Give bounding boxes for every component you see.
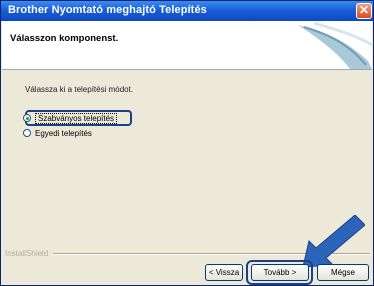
wizard-header: Válasszon komponenst. [2, 21, 372, 70]
instruction-text: Válassza ki a telepítési módot. [25, 85, 134, 94]
pointer-arrow-icon [303, 215, 365, 267]
next-button[interactable]: Tovább > [251, 264, 309, 281]
installer-window: Brother Nyomtató meghajtó Telepítés ✕ Vá… [0, 0, 374, 286]
cancel-button[interactable]: Mégse [317, 264, 369, 281]
page-title: Válasszon komponenst. [10, 33, 119, 44]
next-button-label: Tovább > [263, 268, 297, 277]
radio-unchecked-icon [23, 129, 31, 137]
close-icon: ✕ [358, 3, 370, 17]
radio-checked-icon [23, 114, 31, 122]
header-graphic-icon [290, 21, 372, 69]
radio-custom-install[interactable]: Egyedi telepítés [23, 126, 92, 140]
radio-custom-label: Egyedi telepítés [35, 128, 92, 138]
window-title: Brother Nyomtató meghajtó Telepítés [8, 4, 207, 16]
back-button-label: < Vissza [208, 268, 240, 277]
installshield-brand: InstallShield [5, 249, 49, 258]
cancel-button-label: Mégse [330, 268, 355, 277]
back-button[interactable]: < Vissza [205, 264, 243, 281]
title-bar[interactable]: Brother Nyomtató meghajtó Telepítés ✕ [1, 1, 373, 21]
radio-standard-label: Szabványos telepítés [35, 112, 118, 124]
close-button[interactable]: ✕ [356, 3, 372, 19]
radio-standard-install[interactable]: Szabványos telepítés [23, 111, 118, 125]
